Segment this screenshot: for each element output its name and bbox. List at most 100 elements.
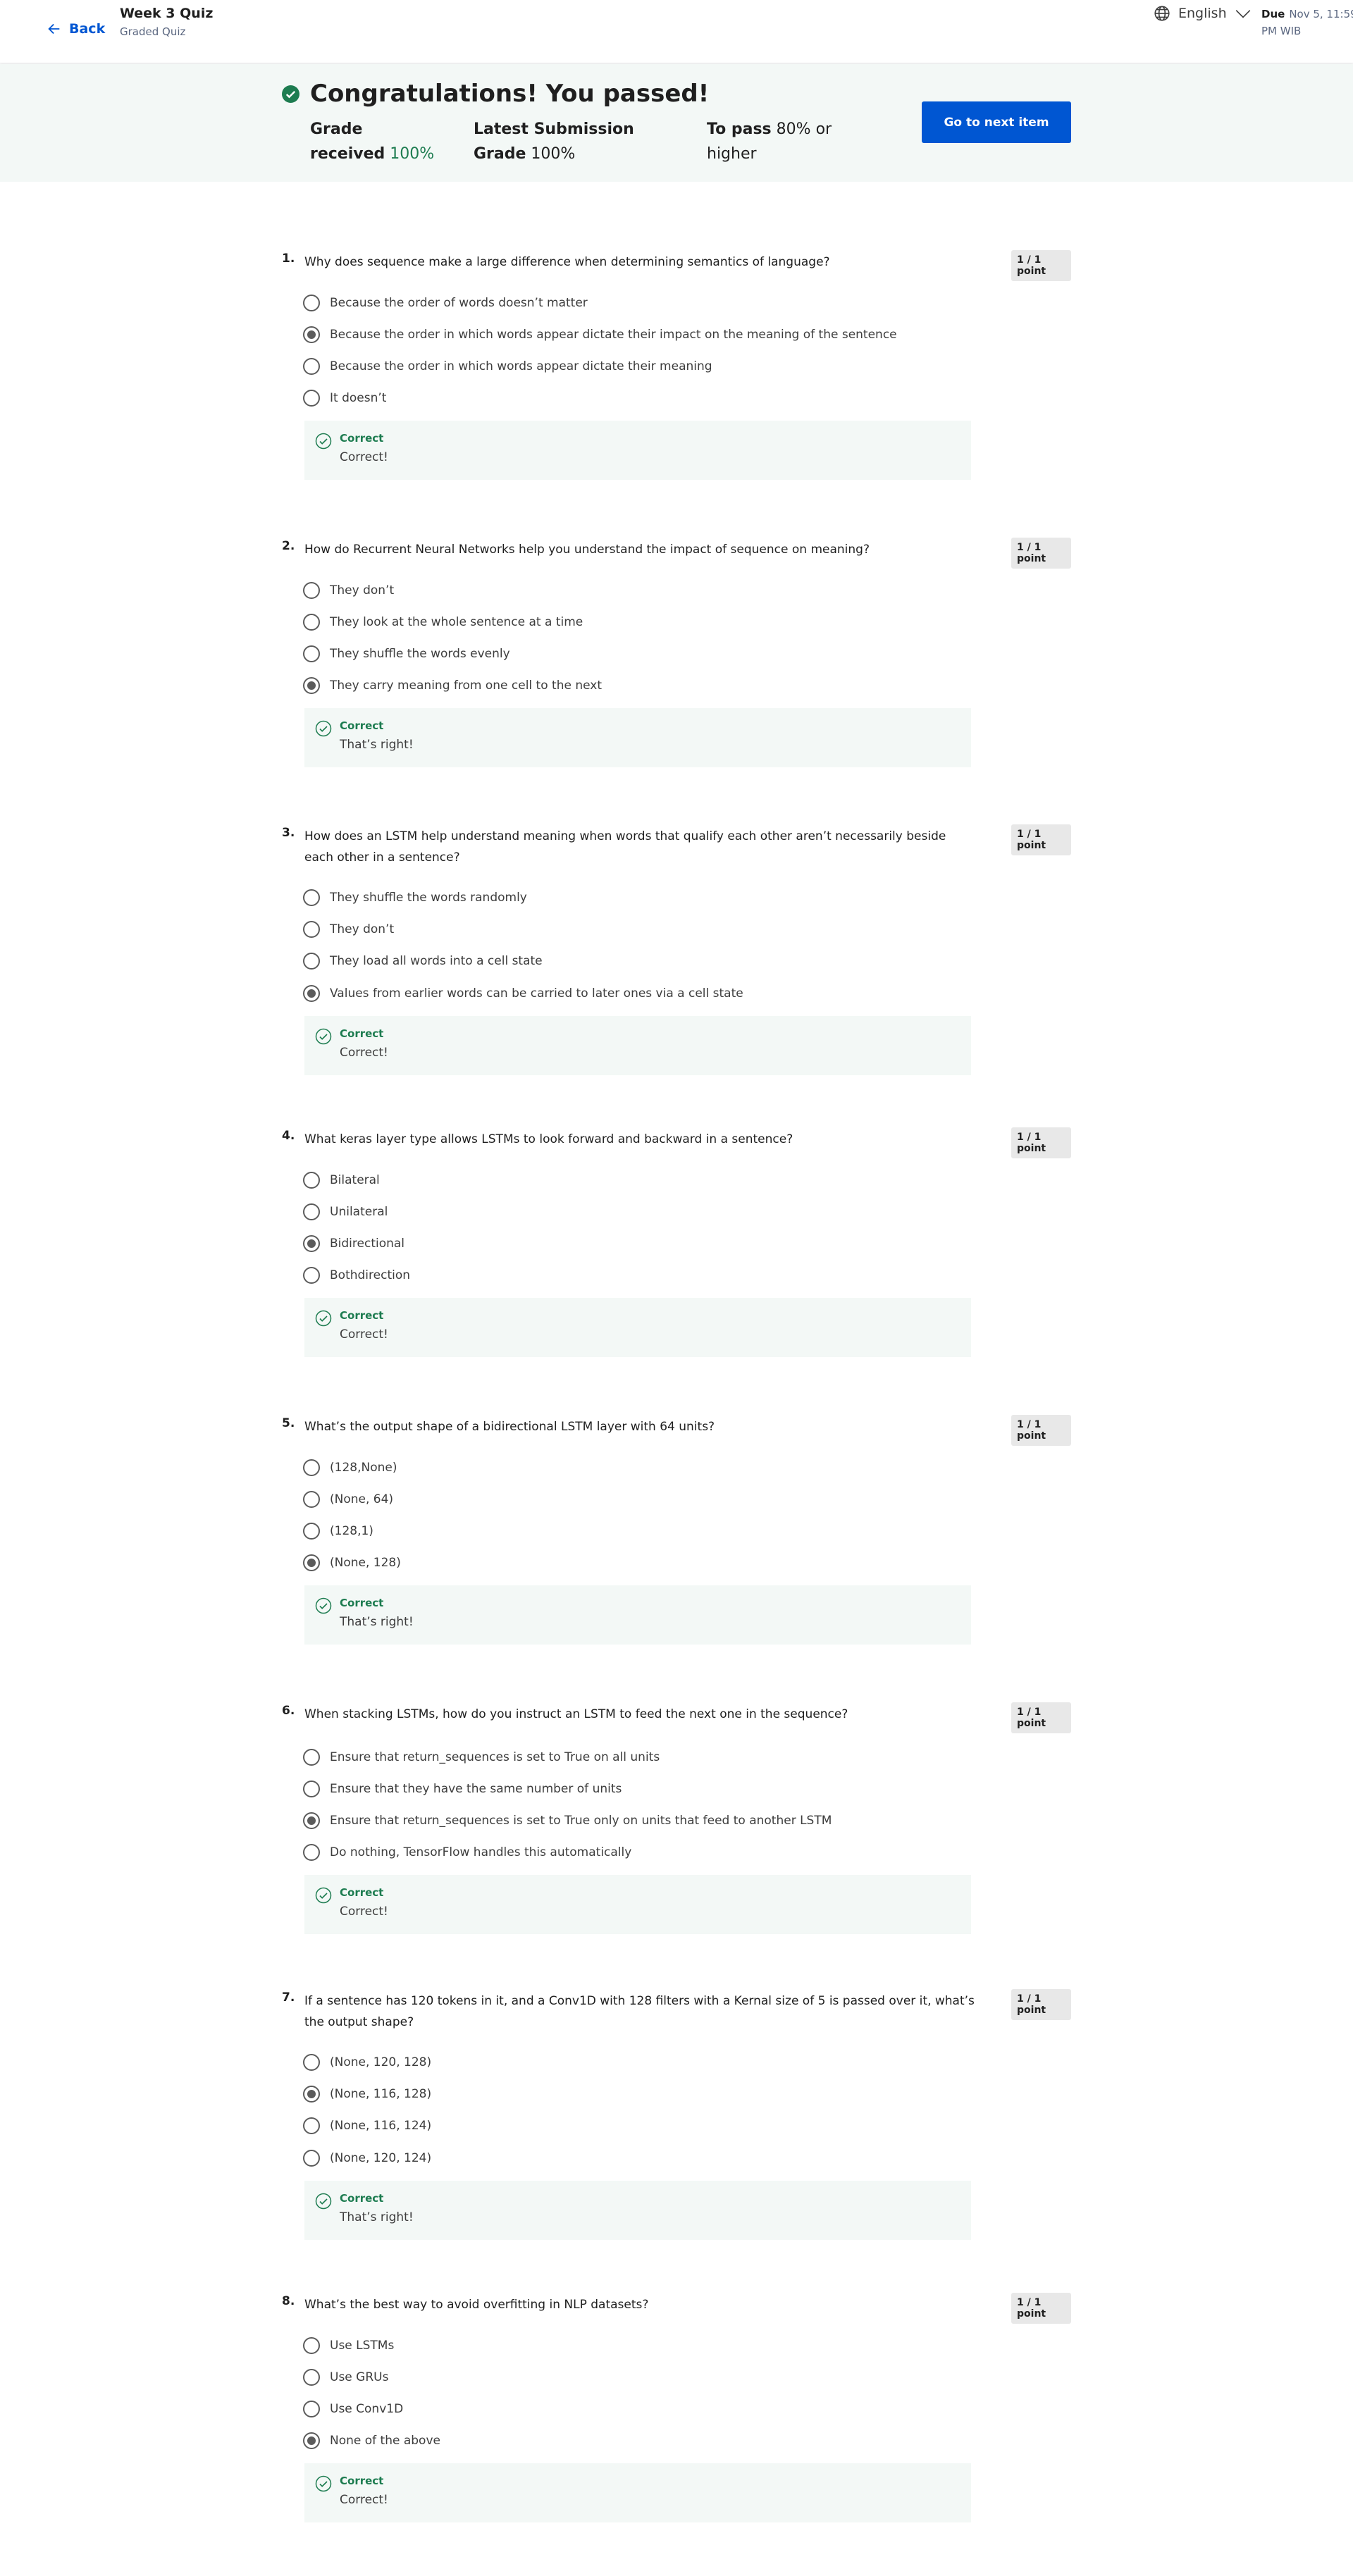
option-label: (128,None) <box>330 1461 397 1475</box>
answer-option[interactable]: Bilateral <box>303 1172 380 1189</box>
radio-selected[interactable] <box>303 1812 320 1829</box>
pass-suffix-2: higher <box>707 145 757 163</box>
radio-unselected[interactable] <box>303 358 320 375</box>
answer-option[interactable]: (None, 64) <box>303 1491 393 1508</box>
answer-option[interactable]: Ensure that return_sequences is set to T… <box>303 1812 832 1829</box>
answer-option[interactable]: (128,None) <box>303 1459 397 1476</box>
question-text: What’s the best way to avoid overfitting… <box>304 2298 649 2312</box>
radio-unselected[interactable] <box>303 1749 320 1766</box>
feedback-title: Correct <box>340 719 384 732</box>
radio-unselected[interactable] <box>303 295 320 311</box>
feedback-box: Correct Correct! <box>304 1875 971 1934</box>
answer-option[interactable]: They shuffle the words evenly <box>303 645 510 662</box>
question-number: 2. <box>282 539 295 553</box>
radio-unselected[interactable] <box>303 1267 320 1284</box>
radio-unselected[interactable] <box>303 2117 320 2134</box>
radio-unselected[interactable] <box>303 1459 320 1476</box>
pass-value: 80% <box>776 120 811 138</box>
answer-option[interactable]: Use Conv1D <box>303 2401 403 2417</box>
check-circle-outline-icon <box>315 433 332 450</box>
feedback-text: Correct! <box>340 450 388 464</box>
answer-option[interactable]: Use LSTMs <box>303 2337 394 2354</box>
option-label: (None, 120, 128) <box>330 2055 432 2069</box>
answer-option[interactable]: Do nothing, TensorFlow handles this auto… <box>303 1844 631 1861</box>
answer-option[interactable]: They don’t <box>303 921 394 938</box>
radio-selected[interactable] <box>303 1235 320 1252</box>
answer-option[interactable]: Because the order in which words appear … <box>303 358 712 375</box>
answer-option[interactable]: They don’t <box>303 582 394 599</box>
radio-selected[interactable] <box>303 677 320 694</box>
answer-option[interactable]: They shuffle the words randomly <box>303 889 527 906</box>
radio-unselected[interactable] <box>303 645 320 662</box>
question-text: How does an LSTM help understand meaning… <box>304 829 946 865</box>
feedback-box: Correct That’s right! <box>304 1585 971 1645</box>
question-text: If a sentence has 120 tokens in it, and … <box>304 1994 975 2029</box>
radio-selected[interactable] <box>303 1554 320 1571</box>
points-badge: 1 / 1 point <box>1011 1415 1071 1446</box>
question-text: What’s the output shape of a bidirection… <box>304 1420 715 1434</box>
answer-option[interactable]: They carry meaning from one cell to the … <box>303 677 602 694</box>
due-date: Due Nov 5, 11:59 PM WIB <box>1261 6 1353 39</box>
answer-option[interactable]: (128,1) <box>303 1523 373 1540</box>
radio-unselected[interactable] <box>303 1203 320 1220</box>
radio-unselected[interactable] <box>303 614 320 631</box>
radio-unselected[interactable] <box>303 953 320 970</box>
radio-unselected[interactable] <box>303 1844 320 1861</box>
pass-suffix-1: or <box>815 120 832 138</box>
radio-unselected[interactable] <box>303 2150 320 2167</box>
radio-selected[interactable] <box>303 2432 320 2449</box>
answer-option[interactable]: Bothdirection <box>303 1267 410 1284</box>
feedback-title: Correct <box>340 1309 384 1322</box>
answer-option[interactable]: Because the order in which words appear … <box>303 326 897 343</box>
pass-label: To pass <box>707 120 772 138</box>
radio-selected[interactable] <box>303 2086 320 2103</box>
question-number: 4. <box>282 1129 295 1143</box>
answer-option[interactable]: It doesn’t <box>303 390 386 407</box>
answer-option[interactable]: (None, 120, 128) <box>303 2054 431 2071</box>
back-button[interactable]: Back <box>47 21 105 37</box>
radio-unselected[interactable] <box>303 2337 320 2354</box>
points-badge: 1 / 1 point <box>1011 1702 1071 1733</box>
grade-value: 100% <box>390 145 435 163</box>
question-number: 3. <box>282 826 295 840</box>
feedback-title: Correct <box>340 1886 384 1899</box>
radio-unselected[interactable] <box>303 582 320 599</box>
answer-option[interactable]: (None, 116, 128) <box>303 2086 431 2103</box>
answer-option[interactable]: They load all words into a cell state <box>303 953 543 970</box>
answer-option[interactable]: None of the above <box>303 2432 440 2449</box>
radio-unselected[interactable] <box>303 2401 320 2417</box>
option-label: (128,1) <box>330 1524 373 1538</box>
radio-unselected[interactable] <box>303 1781 320 1797</box>
option-label: Ensure that return_sequences is set to T… <box>330 1814 832 1828</box>
radio-unselected[interactable] <box>303 1491 320 1508</box>
answer-option[interactable]: Values from earlier words can be carried… <box>303 985 743 1002</box>
answer-option[interactable]: Ensure that they have the same number of… <box>303 1781 622 1797</box>
go-to-next-item-button[interactable]: Go to next item <box>922 101 1071 143</box>
option-label: Bilateral <box>330 1173 380 1187</box>
radio-selected[interactable] <box>303 985 320 1002</box>
arrow-left-icon <box>48 23 60 35</box>
radio-unselected[interactable] <box>303 2054 320 2071</box>
option-label: Use Conv1D <box>330 2402 404 2416</box>
answer-option[interactable]: They look at the whole sentence at a tim… <box>303 614 583 631</box>
answer-option[interactable]: Ensure that return_sequences is set to T… <box>303 1749 660 1766</box>
answer-option[interactable]: (None, 120, 124) <box>303 2150 431 2167</box>
radio-selected[interactable] <box>303 326 320 343</box>
radio-unselected[interactable] <box>303 921 320 938</box>
answer-option[interactable]: Use GRUs <box>303 2369 388 2386</box>
answer-option[interactable]: (None, 116, 124) <box>303 2117 431 2134</box>
radio-unselected[interactable] <box>303 1523 320 1540</box>
option-label: (None, 116, 128) <box>330 2087 432 2101</box>
points-badge: 1 / 1 point <box>1011 2293 1071 2324</box>
radio-unselected[interactable] <box>303 390 320 407</box>
answer-option[interactable]: Bidirectional <box>303 1235 404 1252</box>
language-selector[interactable]: English <box>1153 4 1252 23</box>
answer-option[interactable]: Because the order of words doesn’t matte… <box>303 295 588 311</box>
radio-unselected[interactable] <box>303 1172 320 1189</box>
quiz-subtitle: Graded Quiz <box>120 25 186 38</box>
radio-unselected[interactable] <box>303 2369 320 2386</box>
option-label: Do nothing, TensorFlow handles this auto… <box>330 1845 632 1859</box>
answer-option[interactable]: (None, 128) <box>303 1554 401 1571</box>
answer-option[interactable]: Unilateral <box>303 1203 388 1220</box>
radio-unselected[interactable] <box>303 889 320 906</box>
